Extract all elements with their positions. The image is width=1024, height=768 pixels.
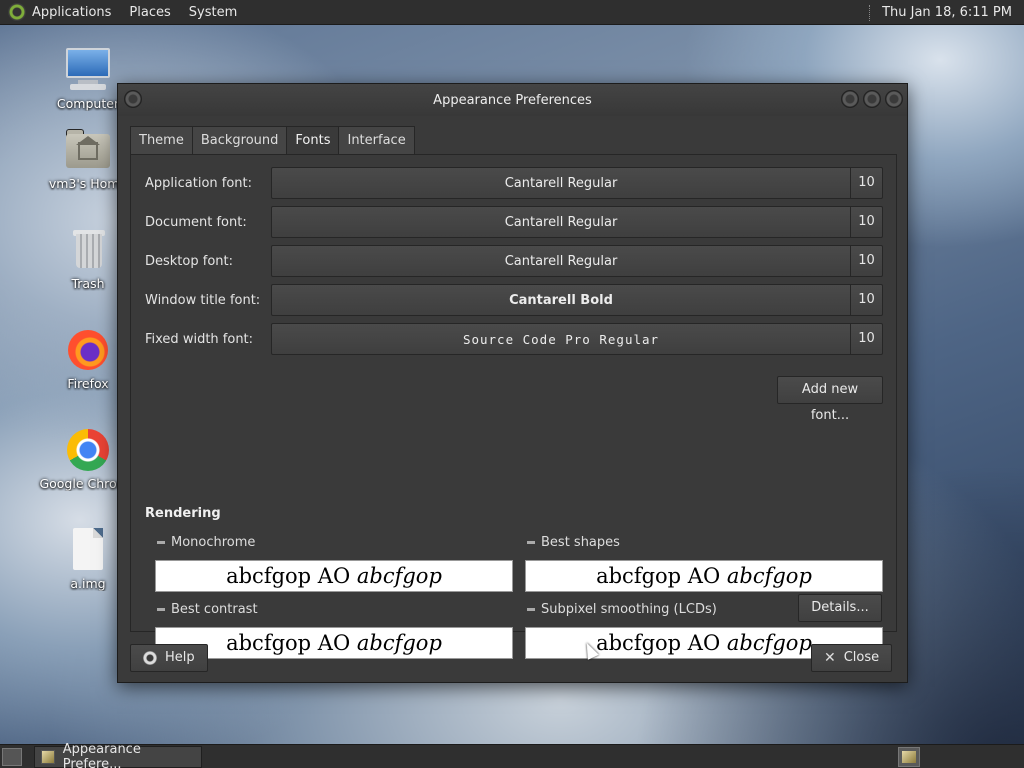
tab-bar: Theme Background Fonts Interface <box>130 126 415 155</box>
radio-subpixel-smoothing[interactable]: Subpixel smoothing (LCDs) <box>527 602 717 617</box>
font-row-desktop: Desktop font: Cantarell Regular 10 <box>145 245 885 277</box>
panel-handle[interactable] <box>869 4 872 21</box>
close-window-icon[interactable] <box>885 90 903 108</box>
menu-applications[interactable]: Applications <box>32 5 111 20</box>
font-name: Cantarell Regular <box>504 175 618 191</box>
add-new-font-button[interactable]: Add new font... <box>777 376 883 423</box>
top-panel: Applications Places System Thu Jan 18, 6… <box>0 0 1024 25</box>
firefox-icon <box>64 326 112 374</box>
help-icon <box>143 651 157 665</box>
sample-italic: abcfgop <box>726 564 812 588</box>
font-name: Source Code Pro Regular <box>462 331 660 347</box>
document-font-button[interactable]: Cantarell Regular 10 <box>271 206 883 238</box>
appearance-app-icon <box>41 750 55 764</box>
close-icon: ✕ <box>824 650 836 666</box>
font-size: 10 <box>850 246 882 276</box>
sample-plain: abcfgop AO <box>596 564 727 588</box>
font-label: Window title font: <box>145 292 261 308</box>
font-name: Cantarell Bold <box>509 292 613 308</box>
application-font-button[interactable]: Cantarell Regular 10 <box>271 167 883 199</box>
font-row-window-title: Window title font: Cantarell Bold 10 <box>145 284 885 316</box>
font-row-application: Application font: Cantarell Regular 10 <box>145 167 885 199</box>
font-row-fixed-width: Fixed width font: Source Code Pro Regula… <box>145 323 885 355</box>
appearance-preferences-dialog: Appearance Preferences Theme Background … <box>117 83 908 683</box>
font-size: 10 <box>850 168 882 198</box>
sample-monochrome[interactable]: abcfgop AO abcfgop <box>155 560 513 592</box>
window-menu-icon[interactable] <box>124 90 142 108</box>
sample-plain: abcfgop AO <box>596 631 727 655</box>
font-size: 10 <box>850 324 882 354</box>
font-label: Document font: <box>145 214 247 230</box>
radio-monochrome[interactable]: Monochrome <box>157 535 255 550</box>
tab-background[interactable]: Background <box>191 126 288 154</box>
sample-plain: abcfgop AO <box>226 564 357 588</box>
radio-label: Best shapes <box>541 535 620 550</box>
window-title-font-button[interactable]: Cantarell Bold 10 <box>271 284 883 316</box>
tab-theme[interactable]: Theme <box>130 126 193 154</box>
font-name: Cantarell Regular <box>504 214 618 230</box>
radio-label: Monochrome <box>171 535 256 550</box>
radio-label: Best contrast <box>171 602 258 617</box>
menu-system[interactable]: System <box>189 5 237 20</box>
radio-indicator-icon <box>157 608 165 611</box>
help-button[interactable]: Help <box>130 644 208 672</box>
titlebar[interactable]: Appearance Preferences <box>118 84 907 116</box>
menu-places[interactable]: Places <box>129 5 170 20</box>
sample-italic: abcfgop <box>356 564 442 588</box>
workspace-switcher-icon[interactable] <box>898 747 920 767</box>
radio-indicator-icon <box>527 608 535 611</box>
sample-italic: abcfgop <box>356 631 442 655</box>
radio-indicator-icon <box>157 541 165 544</box>
font-name: Cantarell Regular <box>504 253 618 269</box>
fixed-width-font-button[interactable]: Source Code Pro Regular 10 <box>271 323 883 355</box>
font-label: Desktop font: <box>145 253 233 269</box>
sample-best-contrast[interactable]: abcfgop AO abcfgop <box>155 627 513 659</box>
font-size: 10 <box>850 207 882 237</box>
fonts-pane: Application font: Cantarell Regular 10 D… <box>130 154 897 659</box>
clock[interactable]: Thu Jan 18, 6:11 PM <box>882 5 1012 20</box>
minimize-icon[interactable] <box>841 90 859 108</box>
font-size: 10 <box>850 285 882 315</box>
rendering-title: Rendering <box>145 506 221 521</box>
home-folder-icon <box>64 126 112 174</box>
radio-indicator-icon <box>527 541 535 544</box>
bottom-panel: Appearance Prefere... <box>0 742 1024 768</box>
font-row-document: Document font: Cantarell Regular 10 <box>145 206 885 238</box>
computer-icon <box>64 46 112 94</box>
taskbar-button-appearance[interactable]: Appearance Prefere... <box>34 742 202 768</box>
desktop-font-button[interactable]: Cantarell Regular 10 <box>271 245 883 277</box>
radio-best-shapes[interactable]: Best shapes <box>527 535 620 550</box>
radio-best-contrast[interactable]: Best contrast <box>157 602 258 617</box>
close-button[interactable]: ✕ Close <box>811 644 893 672</box>
font-label: Fixed width font: <box>145 331 254 347</box>
details-button[interactable]: Details... <box>798 594 882 622</box>
font-label: Application font: <box>145 175 253 191</box>
tab-fonts[interactable]: Fonts <box>286 126 340 155</box>
dialog-title: Appearance Preferences <box>433 92 592 108</box>
chrome-icon <box>64 426 112 474</box>
task-label: Appearance Prefere... <box>62 742 141 768</box>
tab-interface[interactable]: Interface <box>338 126 415 154</box>
file-icon <box>64 526 112 574</box>
show-desktop-icon[interactable] <box>2 748 22 766</box>
trash-icon <box>64 226 112 274</box>
help-label: Help <box>165 650 195 665</box>
sample-best-shapes[interactable]: abcfgop AO abcfgop <box>525 560 883 592</box>
sample-plain: abcfgop AO <box>226 631 357 655</box>
close-label: Close <box>843 650 880 665</box>
applications-logo-icon[interactable] <box>8 3 26 21</box>
maximize-icon[interactable] <box>863 90 881 108</box>
sample-italic: abcfgop <box>726 631 812 655</box>
radio-label: Subpixel smoothing (LCDs) <box>541 602 717 617</box>
